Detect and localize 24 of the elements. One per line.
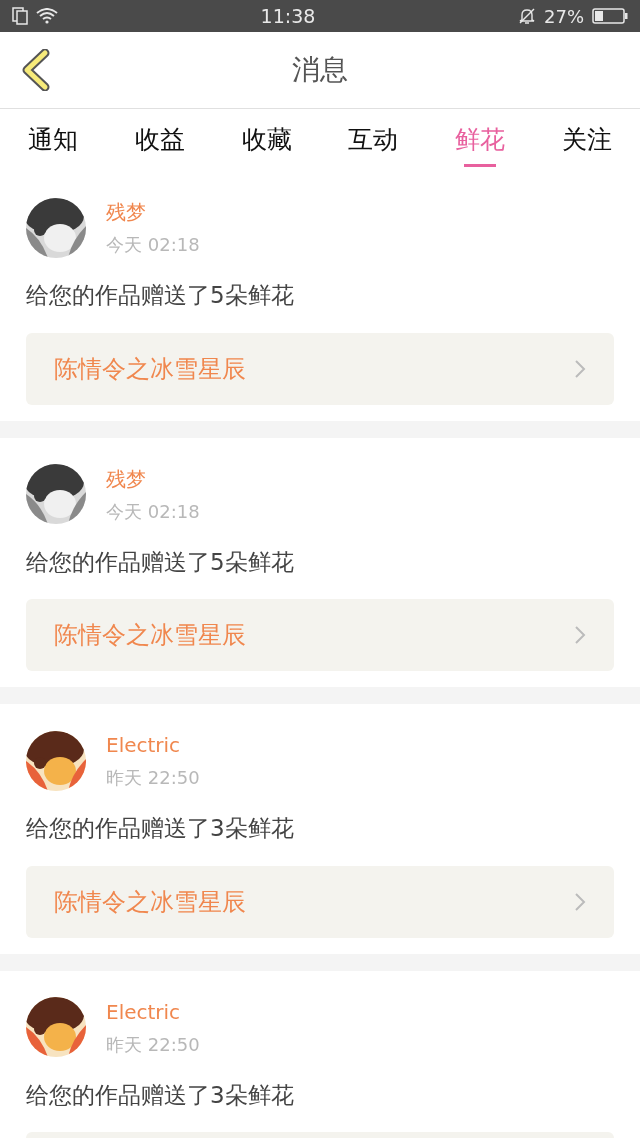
message-text: 给您的作品赠送了5朵鲜花 [26, 281, 295, 310]
user-name[interactable]: Electric [106, 996, 200, 1027]
user-name[interactable]: Electric [106, 730, 200, 760]
message-text: 给您的作品赠送了3朵鲜花 [26, 1080, 295, 1110]
message-text: 给您的作品赠送了5朵鲜花 [26, 547, 295, 577]
timestamp: 昨天 22:50 [106, 766, 200, 790]
tab[interactable]: 互动 [320, 109, 427, 171]
timestamp: 今天 02:18 [106, 233, 200, 257]
work-link[interactable]: 陈情令之冰雪星辰 [26, 865, 614, 938]
work-link[interactable]: 陈情令之冰雪星辰 [26, 599, 614, 671]
tab[interactable]: 关注 [533, 109, 640, 171]
tab[interactable]: 鲜花 [426, 109, 534, 171]
message-text: 给您的作品赠送了3朵鲜花 [26, 814, 295, 843]
tab[interactable]: 收藏 [213, 109, 320, 171]
tab[interactable]: 收益 [106, 109, 214, 171]
page-title: 消息 [292, 52, 348, 88]
work-link[interactable]: 陈情令之冰雪星辰 [26, 332, 614, 405]
tab[interactable]: 通知 [0, 109, 107, 171]
user-name[interactable]: 残梦 [106, 463, 200, 494]
user-name[interactable]: 残梦 [106, 197, 200, 227]
timestamp: 昨天 22:50 [106, 1032, 200, 1057]
timestamp: 今天 02:18 [106, 499, 200, 524]
clock: 11:38 [260, 3, 316, 29]
battery-percent: 27% [544, 4, 584, 29]
